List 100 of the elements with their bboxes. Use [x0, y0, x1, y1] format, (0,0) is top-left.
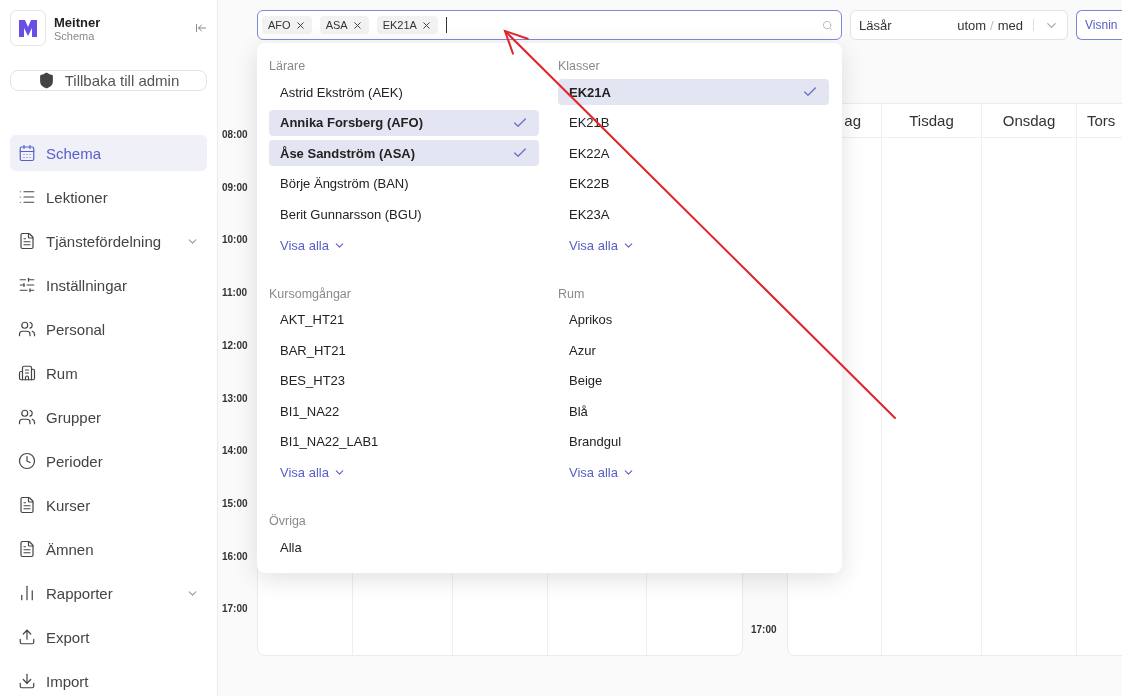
day-header: Tors: [1087, 112, 1116, 129]
sidebar-item[interactable]: Lektioner: [10, 179, 207, 215]
option-text[interactable]: utom: [957, 17, 987, 33]
show-all-link[interactable]: Visa alla: [280, 465, 346, 480]
time-label: 11:00: [222, 287, 249, 301]
sidebar-item[interactable]: Kurser: [10, 487, 207, 523]
filter-chip[interactable]: ASA: [319, 16, 369, 34]
show-all-link[interactable]: Visa alla: [569, 465, 635, 480]
time-label: 08:00: [222, 129, 249, 142]
menu-option[interactable]: Azur: [558, 337, 829, 363]
option-text[interactable]: med: [997, 17, 1023, 33]
sidebar-item[interactable]: Rum: [10, 355, 207, 391]
sidebar-item[interactable]: Personal: [10, 311, 207, 347]
time-label: 09:00: [222, 181, 249, 195]
download-icon: [18, 672, 36, 690]
time-label: 12:00: [222, 339, 249, 353]
section-title: Rum: [558, 286, 586, 303]
day-header: ag: [844, 112, 861, 129]
time-label: 16:00: [222, 550, 249, 564]
back-to-admin-button[interactable]: Tillbaka till admin: [10, 70, 207, 91]
time-label: 17:00: [222, 603, 249, 617]
sidebar-item-label: Import: [46, 672, 90, 690]
sidebar-item-label: Rum: [46, 364, 79, 382]
search-field[interactable]: AFO ASA EK21A: [257, 10, 842, 40]
logo-icon: [17, 17, 39, 39]
menu-option[interactable]: Astrid Ekström (AEK): [269, 79, 539, 105]
search-icon: [822, 19, 833, 31]
upload-icon: [18, 628, 36, 646]
sidebar-item[interactable]: Import: [10, 663, 207, 696]
sidebar-item-label: Tjänstefördelning: [46, 232, 163, 250]
filter-chip[interactable]: AFO: [262, 16, 312, 34]
menu-option[interactable]: Åse Sandström (ASA): [269, 140, 539, 166]
calendar-icon: [18, 144, 36, 162]
menu-option[interactable]: EK23A: [558, 201, 829, 227]
text-cursor: [445, 17, 447, 33]
section-title: Klasser: [558, 59, 601, 75]
menu-option[interactable]: Börje Ängström (BAN): [269, 170, 539, 197]
section-title: Övriga: [269, 514, 307, 530]
sidebar-item[interactable]: Schema: [10, 135, 207, 171]
separator-text: /: [990, 17, 994, 33]
clock-icon: [18, 452, 36, 470]
sidebar-item[interactable]: Tjänstefördelning: [10, 223, 207, 259]
sidebar-item-label: Inställningar: [46, 276, 128, 294]
menu-option[interactable]: EK22A: [558, 140, 829, 166]
show-all-link[interactable]: Visa alla: [280, 237, 346, 253]
bar-chart-icon: [18, 584, 36, 602]
time-label: 17:00: [751, 624, 778, 637]
sliders-icon: [18, 276, 36, 294]
menu-option[interactable]: BI1_NA22: [269, 398, 539, 424]
people-icon: [18, 320, 36, 338]
show-all-link[interactable]: Visa alla: [569, 237, 635, 253]
menu-option[interactable]: EK22B: [558, 170, 829, 197]
sidebar-item-label: Perioder: [46, 452, 104, 470]
sidebar-item[interactable]: Export: [10, 619, 207, 655]
remove-icon[interactable]: [420, 19, 432, 31]
sidebar-item[interactable]: Rapporter: [10, 575, 207, 611]
year-select[interactable]: Läsår utom / med: [850, 10, 1068, 40]
sidebar-item[interactable]: Perioder: [10, 443, 207, 479]
app-subtitle: Schema: [54, 29, 96, 42]
menu-option[interactable]: BAR_HT21: [269, 337, 539, 363]
people-icon: [18, 408, 36, 426]
section-title: Lärare: [269, 59, 307, 75]
menu-option[interactable]: EK21A: [558, 79, 829, 105]
sidebar-item-label: Personal: [46, 320, 107, 338]
filter-chip[interactable]: EK21A: [376, 16, 438, 34]
remove-icon[interactable]: [351, 19, 363, 31]
sidebar-item[interactable]: Ämnen: [10, 531, 207, 567]
document-icon: [18, 540, 36, 558]
menu-option[interactable]: BES_HT23: [269, 367, 539, 394]
sidebar-item-label: Ämnen: [46, 540, 95, 558]
menu-option[interactable]: Aprikos: [558, 306, 829, 333]
select-label: Läsår: [859, 17, 892, 33]
app-name: Meitner: [54, 14, 102, 30]
menu-option[interactable]: Annika Forsberg (AFO): [269, 109, 539, 136]
menu-option[interactable]: AKT_HT21: [269, 306, 539, 333]
building-icon: [18, 364, 36, 382]
sidebar-item[interactable]: Grupper: [10, 399, 207, 435]
menu-option[interactable]: Alla: [269, 534, 539, 560]
day-header: Onsdag: [1002, 112, 1056, 129]
sidebar-item-label: Grupper: [46, 408, 103, 426]
shield-icon: [37, 72, 55, 89]
time-label: 13:00: [222, 392, 249, 406]
view-button[interactable]: Visnin: [1076, 10, 1122, 40]
time-label: 14:00: [222, 445, 249, 459]
list-icon: [18, 188, 36, 206]
menu-option[interactable]: Berit Gunnarsson (BGU): [269, 201, 539, 227]
time-label: 10:00: [222, 234, 249, 248]
day-header: Tisdag: [909, 112, 954, 129]
sidebar-item-label: Kurser: [46, 496, 92, 514]
collapse-icon[interactable]: [195, 22, 207, 34]
sidebar-item-label: Rapporter: [46, 584, 114, 602]
menu-option[interactable]: Brandgul: [558, 428, 829, 455]
sidebar-item-label: Lektioner: [46, 188, 109, 206]
menu-option[interactable]: Blå: [558, 398, 829, 424]
menu-option[interactable]: Beige: [558, 367, 829, 394]
sidebar-item-label: Export: [46, 628, 91, 646]
document-icon: [18, 232, 36, 250]
menu-option[interactable]: BI1_NA22_LAB1: [269, 428, 539, 455]
remove-icon[interactable]: [294, 19, 306, 31]
sidebar-item[interactable]: Inställningar: [10, 267, 207, 303]
